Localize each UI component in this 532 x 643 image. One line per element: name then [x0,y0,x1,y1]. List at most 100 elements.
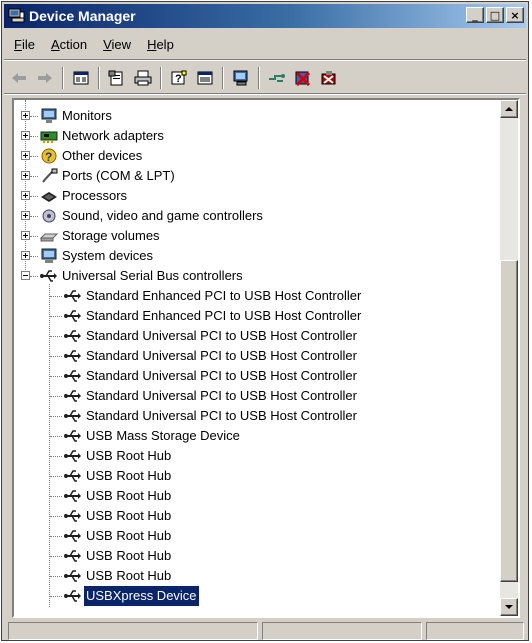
close-button[interactable]: × [506,7,524,23]
uninstall-icon[interactable] [290,66,316,90]
usb-device-item[interactable]: USB Root Hub [14,486,494,506]
usb-device-icon [64,430,81,442]
tree-category-monitors[interactable]: Monitors [14,106,494,126]
maximize-button[interactable]: □ [486,7,504,23]
tree-category-network-adapters[interactable]: Network adapters [14,126,494,146]
usb-device-label: USB Root Hub [86,508,172,523]
expand-plus-icon[interactable] [21,171,30,180]
tree-category-system-devices[interactable]: System devices [14,246,494,266]
usb-device-label: USB Root Hub [86,488,172,503]
menu-help[interactable]: Help [139,34,182,56]
vertical-scrollbar[interactable] [500,100,518,616]
tree-category-usb-controllers[interactable]: Universal Serial Bus controllers [14,266,494,286]
tree-category-label: Storage volumes [62,228,160,243]
usb-device-item[interactable]: Standard Universal PCI to USB Host Contr… [14,386,494,406]
scroll-down-button[interactable] [500,598,518,616]
usb-device-item[interactable]: Standard Universal PCI to USB Host Contr… [14,346,494,366]
device-tree-pane: Monitors Network adapters ? Other device… [12,98,520,618]
usb-device-label: USB Root Hub [86,468,172,483]
scan-hardware-icon[interactable] [228,66,254,90]
tree-line [50,456,62,457]
help-icon[interactable]: ? [166,66,192,90]
scroll-up-button[interactable] [500,100,518,118]
usb-device-label: Standard Universal PCI to USB Host Contr… [86,328,357,343]
usb-device-item[interactable]: USB Root Hub [14,466,494,486]
usb-device-label: USB Mass Storage Device [86,428,240,443]
tree-line [50,576,62,577]
usb-device-item[interactable]: USB Root Hub [14,506,494,526]
back-arrow-icon[interactable] [6,66,32,90]
show-hide-console-tree-icon[interactable] [68,66,94,90]
menu-action[interactable]: Action [43,34,95,56]
print-icon[interactable] [130,66,156,90]
usb-device-item[interactable]: USB Root Hub [14,526,494,546]
usb-device-icon [64,390,81,402]
unknown-device-icon: ? [41,148,57,164]
toolbar-separator [258,67,260,89]
network-adapter-icon [40,131,58,143]
update-driver-icon[interactable] [264,66,290,90]
tree-category-label: Processors [62,188,128,203]
tree-category-label: Universal Serial Bus controllers [62,268,243,283]
properties-icon[interactable] [104,66,130,90]
usb-device-item[interactable]: Standard Universal PCI to USB Host Contr… [14,366,494,386]
title-bar[interactable]: Device Manager _ □ × [4,4,526,28]
scroll-thumb[interactable] [500,260,518,582]
device-manager-icon [8,8,25,23]
usb-device-icon [64,290,81,302]
menu-separator [4,59,526,61]
usb-device-icon [64,410,81,422]
usb-device-icon [64,510,81,522]
usb-device-item[interactable]: USB Root Hub [14,566,494,586]
window-title: Device Manager [29,8,136,24]
usb-device-item[interactable]: Standard Universal PCI to USB Host Contr… [14,406,494,426]
monitor-icon [41,108,57,123]
tree-line [50,396,62,397]
view-icon[interactable] [192,66,218,90]
usb-device-item[interactable]: USB Root Hub [14,546,494,566]
tree-line [30,156,38,157]
tree-line [50,336,62,337]
usb-device-item[interactable]: USB Mass Storage Device [14,426,494,446]
usb-device-item[interactable]: Standard Enhanced PCI to USB Host Contro… [14,306,494,326]
tree-line [50,376,62,377]
forward-arrow-icon[interactable] [32,66,58,90]
expand-plus-icon[interactable] [21,151,30,160]
usb-device-item[interactable]: Standard Enhanced PCI to USB Host Contro… [14,286,494,306]
toolbar: ? [6,64,342,92]
usb-device-label: USB Root Hub [86,568,172,583]
svg-text:?: ? [45,150,52,164]
arrow-down-icon [505,605,513,609]
menu-view[interactable]: View [95,34,139,56]
device-manager-window: Device Manager _ □ × File Action View He… [1,1,529,641]
tree-line [50,556,62,557]
tree-line [50,356,62,357]
expand-plus-icon[interactable] [21,191,30,200]
usb-device-icon [64,550,81,562]
expand-plus-icon[interactable] [21,211,30,220]
usb-icon [40,270,57,282]
menu-bar: File Action View Help [6,34,182,56]
tree-line [50,416,62,417]
svg-text:?: ? [175,73,182,85]
tree-category-ports[interactable]: Ports (COM & LPT) [14,166,494,186]
usb-device-item[interactable]: USBXpress Device [14,585,494,607]
expand-plus-icon[interactable] [21,131,30,140]
tree-line [30,276,38,277]
expand-plus-icon[interactable] [21,231,30,240]
expand-plus-icon[interactable] [21,251,30,260]
tree-category-other-devices[interactable]: ? Other devices [14,146,494,166]
sound-icon [42,209,56,223]
tree-category-sound-video[interactable]: Sound, video and game controllers [14,206,494,226]
tree-category-storage-volumes[interactable]: Storage volumes [14,226,494,246]
minimize-button[interactable]: _ [466,7,484,23]
usb-device-item[interactable]: USB Root Hub [14,446,494,466]
status-panel-2 [262,622,422,640]
tree-category-label: Ports (COM & LPT) [62,168,175,183]
usb-device-item[interactable]: Standard Universal PCI to USB Host Contr… [14,326,494,346]
tree-category-processors[interactable]: Processors [14,186,494,206]
menu-file[interactable]: File [6,34,43,56]
disable-device-icon[interactable] [316,66,342,90]
collapse-minus-icon[interactable] [21,271,30,280]
expand-plus-icon[interactable] [21,111,30,120]
